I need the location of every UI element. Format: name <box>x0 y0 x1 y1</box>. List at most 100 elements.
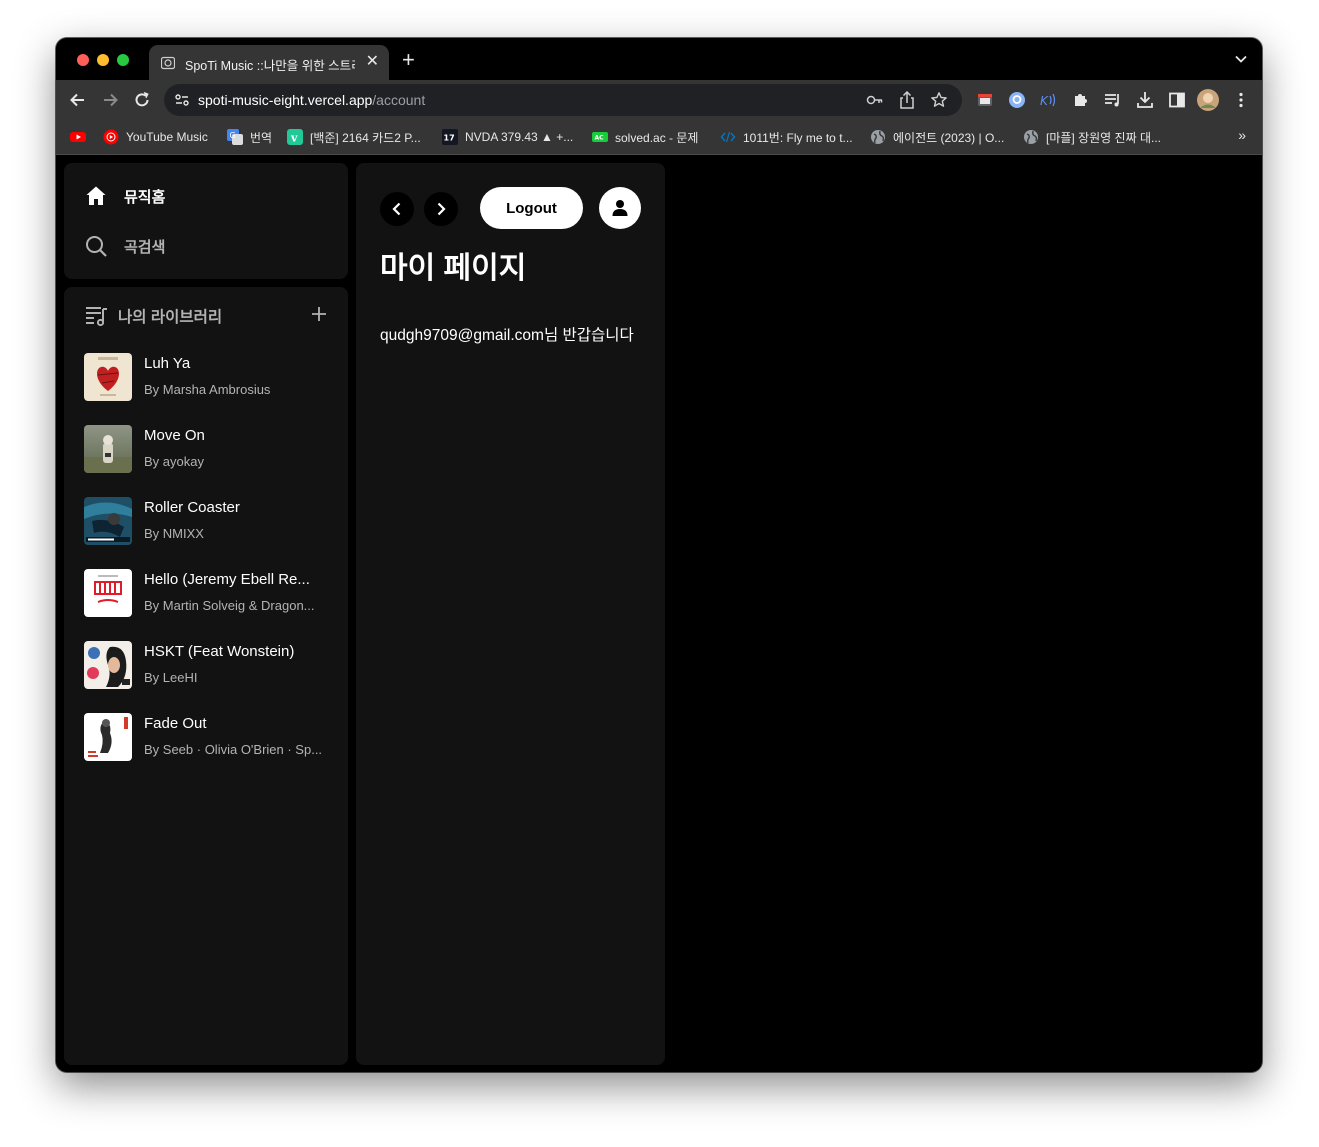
solved-ac-icon: AC <box>592 132 608 142</box>
site-info-icon[interactable] <box>174 92 190 108</box>
tab-title: SpoTi Music ::나만을 위한 스트리밍 <box>185 59 355 73</box>
album-cover-move-on <box>84 425 132 473</box>
extensions-puzzle-icon[interactable] <box>1071 90 1091 110</box>
download-icon[interactable] <box>1135 90 1155 110</box>
user-icon <box>612 200 628 216</box>
album-cover-hskt <box>84 641 132 689</box>
user-profile-button[interactable] <box>599 187 641 229</box>
bookmark-maple[interactable]: [마플] 장원영 진짜 대... <box>1023 129 1161 145</box>
extension-wave-icon[interactable]: K <box>1039 90 1059 110</box>
profile-avatar[interactable] <box>1197 89 1219 111</box>
bookmark-label: [마플] 장원영 진짜 대... <box>1046 130 1161 145</box>
nav-label: 곡검색 <box>124 238 166 256</box>
svg-text:AC: AC <box>595 135 605 142</box>
bookmark-solved-ac[interactable]: AC solved.ac - 문제 <box>592 129 698 145</box>
history-back-button[interactable] <box>380 192 414 226</box>
bookmark-label: [백준] 2164 카드2 P... <box>310 130 421 145</box>
bookmark-velog[interactable]: v [백준] 2164 카드2 P... <box>287 129 421 145</box>
extension-window-icon[interactable] <box>975 90 995 110</box>
bookmark-youtube[interactable] <box>70 129 93 145</box>
song-artist: By Marsha Ambrosius <box>144 382 271 397</box>
bookmark-translate[interactable]: G 번역 <box>227 129 272 145</box>
home-icon <box>86 186 106 205</box>
add-to-library-icon[interactable] <box>310 305 328 323</box>
bookmark-agent[interactable]: 에이전트 (2023) | O... <box>870 129 1004 145</box>
library-song[interactable]: Roller Coaster By NMIXX <box>84 497 334 545</box>
page-content: 뮤직홈 곡검색 나의 라이브러리 Luh Ya By Marsha Ambros… <box>56 155 1262 1072</box>
bookmark-youtube-music[interactable]: YouTube Music <box>103 129 208 145</box>
album-cover-hello <box>84 569 132 617</box>
nav-label: 뮤직홈 <box>124 188 166 206</box>
search-icon <box>86 236 107 257</box>
library-song[interactable]: Fade Out By Seeb · Olivia O'Brien · Sp..… <box>84 713 334 761</box>
page-title: 마이 페이지 <box>380 252 527 285</box>
welcome-message: qudgh9709@gmail.com님 반갑습니다 <box>380 327 634 344</box>
url-path: /account <box>372 92 426 108</box>
library-panel: 나의 라이브러리 Luh Ya By Marsha Ambrosius Move… <box>64 287 348 1065</box>
url-text: spoti-music-eight.vercel.app/account <box>198 92 425 108</box>
address-bar[interactable]: spoti-music-eight.vercel.app/account <box>164 84 962 116</box>
bookmark-label: NVDA 379.43 ▲ +... <box>465 130 574 144</box>
site-favicon-icon <box>161 56 175 70</box>
logout-button[interactable]: Logout <box>480 187 583 229</box>
browser-window: SpoTi Music ::나만을 위한 스트리밍 ✕ + spoti-mus <box>56 38 1262 1072</box>
history-forward-button[interactable] <box>424 192 458 226</box>
bookmark-tradingview[interactable]: 17 NVDA 379.43 ▲ +... <box>442 129 573 145</box>
browser-toolbar: spoti-music-eight.vercel.app/account K <box>56 80 1262 120</box>
library-song[interactable]: HSKT (Feat Wonstein) By LeeHI <box>84 641 334 689</box>
song-title: Roller Coaster <box>144 499 240 516</box>
code-icon <box>720 131 736 143</box>
more-menu-icon[interactable] <box>1231 90 1251 110</box>
svg-text:17: 17 <box>444 134 455 143</box>
tab-search-chevron-icon[interactable] <box>1234 52 1248 66</box>
song-artist: By Seeb · Olivia O'Brien · Sp... <box>144 742 323 757</box>
password-key-icon[interactable] <box>866 93 884 107</box>
bookmarks-bar: YouTube Music G 번역 v [백준] 2164 카드2 P... … <box>56 120 1262 155</box>
library-playlist-icon <box>86 307 107 327</box>
song-title: Fade Out <box>144 715 207 732</box>
song-artist: By Martin Solveig & Dragon... <box>144 598 315 613</box>
close-window-button[interactable] <box>77 54 89 66</box>
svg-text:G: G <box>230 131 236 140</box>
forward-arrow-icon[interactable] <box>100 90 120 110</box>
tab-strip: SpoTi Music ::나만을 위한 스트리밍 ✕ + <box>56 38 1262 80</box>
maximize-window-button[interactable] <box>117 54 129 66</box>
chevron-left-icon <box>392 202 401 216</box>
song-artist: By LeeHI <box>144 670 198 685</box>
nav-item-home[interactable]: 뮤직홈 <box>84 184 165 208</box>
more-bookmarks-chevron-icon[interactable]: » <box>1238 127 1246 143</box>
minimize-window-button[interactable] <box>97 54 109 66</box>
reload-icon[interactable] <box>132 90 152 110</box>
extension-search-icon[interactable] <box>1007 90 1027 110</box>
library-song[interactable]: Luh Ya By Marsha Ambrosius <box>84 353 334 401</box>
url-host: spoti-music-eight.vercel.app <box>198 92 373 108</box>
library-song[interactable]: Move On By ayokay <box>84 425 334 473</box>
library-title: 나의 라이브러리 <box>118 308 223 326</box>
song-title: Luh Ya <box>144 355 191 372</box>
library-song[interactable]: Hello (Jeremy Ebell Re... By Martin Solv… <box>84 569 334 617</box>
back-arrow-icon[interactable] <box>68 90 88 110</box>
svg-text:K: K <box>1040 94 1049 108</box>
velog-icon: v <box>287 129 303 145</box>
library-header[interactable]: 나의 라이브러리 <box>84 303 222 328</box>
song-title: Move On <box>144 427 205 444</box>
side-panel-icon[interactable] <box>1167 90 1187 110</box>
globe-icon <box>871 130 885 144</box>
bookmark-label: solved.ac - 문제 <box>615 130 699 145</box>
bookmark-label: 1011번: Fly me to t... <box>743 130 853 145</box>
song-artist: By NMIXX <box>144 526 204 541</box>
reading-list-icon[interactable] <box>1103 90 1123 110</box>
close-tab-icon[interactable]: ✕ <box>366 53 379 71</box>
svg-text:v: v <box>290 132 298 145</box>
new-tab-icon[interactable]: + <box>402 49 415 71</box>
youtube-music-icon <box>103 129 119 145</box>
nav-item-search[interactable]: 곡검색 <box>84 234 165 258</box>
bookmark-star-icon[interactable] <box>930 91 948 109</box>
tradingview-icon: 17 <box>442 129 458 145</box>
browser-tab[interactable]: SpoTi Music ::나만을 위한 스트리밍 ✕ <box>149 45 389 80</box>
bookmark-label: 번역 <box>250 130 273 145</box>
youtube-icon <box>70 132 86 142</box>
bookmark-baekjoon[interactable]: 1011번: Fly me to t... <box>720 129 853 145</box>
google-translate-icon: G <box>227 129 243 145</box>
share-icon[interactable] <box>899 91 915 109</box>
